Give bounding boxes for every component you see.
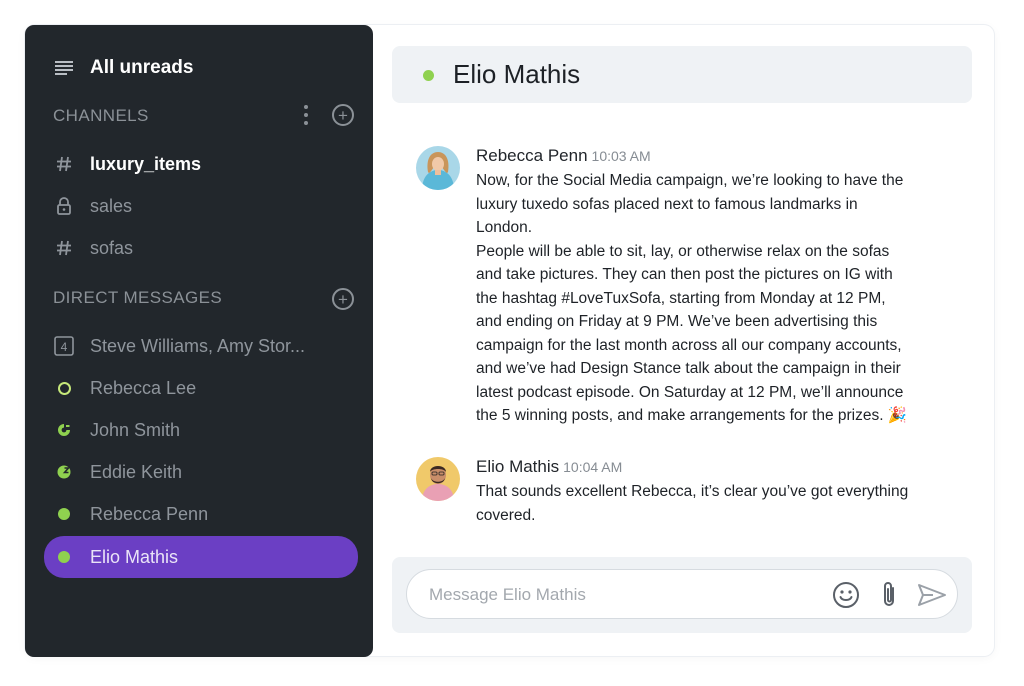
message-composer (406, 569, 958, 619)
avatar-elio-mathis[interactable] (416, 457, 460, 501)
sidebar: All unreads CHANNELS + luxury_items sale… (25, 25, 373, 657)
message-line: London. (476, 219, 533, 236)
send-icon[interactable] (917, 580, 947, 610)
message-line: and ending on Friday at 9 PM. We’ve been… (476, 313, 878, 330)
dm-label: John Smith (90, 419, 181, 440)
direct-messages-section-title: DIRECT MESSAGES (53, 288, 223, 307)
channel-label: sales (90, 195, 133, 216)
dm-item-john-smith[interactable]: John Smith (25, 409, 373, 451)
message-line: the 5 winning posts, and make arrangemen… (476, 407, 908, 424)
list-icon (54, 58, 74, 78)
message-text: Now, for the Social Media campaign, we’r… (476, 169, 946, 428)
dm-label: Rebecca Lee (90, 377, 197, 398)
message-author[interactable]: Rebecca Penn (476, 146, 588, 165)
paperclip-icon[interactable] (874, 580, 904, 610)
chat-header: Elio Mathis (392, 46, 972, 103)
hash-icon (54, 238, 74, 258)
message-line: That sounds excellent Rebecca, it’s clea… (476, 483, 909, 500)
composer-area (392, 557, 972, 633)
avatar-rebecca-penn[interactable] (416, 146, 460, 190)
status-online-icon (54, 547, 74, 567)
status-sleep-icon (54, 462, 74, 482)
lock-icon (54, 196, 74, 216)
dm-item-rebecca-lee[interactable]: Rebecca Lee (25, 367, 373, 409)
dm-label: Rebecca Penn (90, 503, 209, 524)
all-unreads-label: All unreads (90, 57, 194, 78)
channel-label: luxury_items (90, 153, 202, 174)
dm-label: Eddie Keith (90, 461, 183, 482)
message-text: That sounds excellent Rebecca, it’s clea… (476, 480, 946, 527)
message-time: 10:03 AM (591, 148, 651, 164)
dm-item-eddie-keith[interactable]: Eddie Keith (25, 451, 373, 493)
hash-icon (54, 154, 74, 174)
message-line: People will be able to sit, lay, or othe… (476, 242, 890, 260)
message-line: the hashtag #LoveTuxSofa, starting from … (476, 289, 886, 307)
channel-item-luxury-items[interactable]: luxury_items (25, 143, 373, 185)
dm-item-elio-mathis[interactable]: Elio Mathis (25, 536, 373, 578)
dm-label: Elio Mathis (90, 546, 179, 567)
message-line: latest podcast episode. On Saturday at 1… (476, 383, 904, 401)
status-partial-icon (54, 420, 74, 440)
status-ring-icon (54, 378, 74, 398)
message-time: 10:04 AM (563, 459, 623, 475)
status-online-icon (423, 70, 434, 81)
channel-item-sales[interactable]: sales (25, 185, 373, 227)
dm-label: Steve Williams, Amy Stor... (90, 335, 306, 356)
message-author[interactable]: Elio Mathis (476, 457, 559, 476)
message-line: and take pictures. They can then post th… (476, 266, 893, 283)
add-direct-message-button[interactable]: + (332, 288, 354, 310)
channel-item-sofas[interactable]: sofas (25, 227, 373, 269)
message-line: covered. (476, 506, 536, 524)
channels-more-icon[interactable] (303, 105, 309, 125)
group-count-icon: 4 (54, 336, 74, 356)
message-line: luxury tuxedo sofas placed next to famou… (476, 195, 858, 213)
chat-title: Elio Mathis (453, 59, 581, 89)
message-line: campaign for the last month across all o… (476, 336, 902, 354)
status-online-icon (54, 504, 74, 524)
emoji-icon[interactable] (831, 580, 861, 610)
message-line: and we’ve had Design Stance talk about t… (476, 360, 901, 377)
svg-text:4: 4 (61, 340, 68, 354)
channel-label: sofas (90, 237, 134, 258)
message-input[interactable] (427, 582, 811, 608)
all-unreads-item[interactable]: All unreads (25, 47, 373, 89)
message-line: Now, for the Social Media campaign, we’r… (476, 172, 904, 189)
dm-item-group[interactable]: 4 Steve Williams, Amy Stor... (25, 325, 373, 367)
add-channel-button[interactable]: + (332, 104, 354, 126)
dm-item-rebecca-penn[interactable]: Rebecca Penn (25, 493, 373, 535)
channels-section-title: CHANNELS (53, 106, 149, 125)
